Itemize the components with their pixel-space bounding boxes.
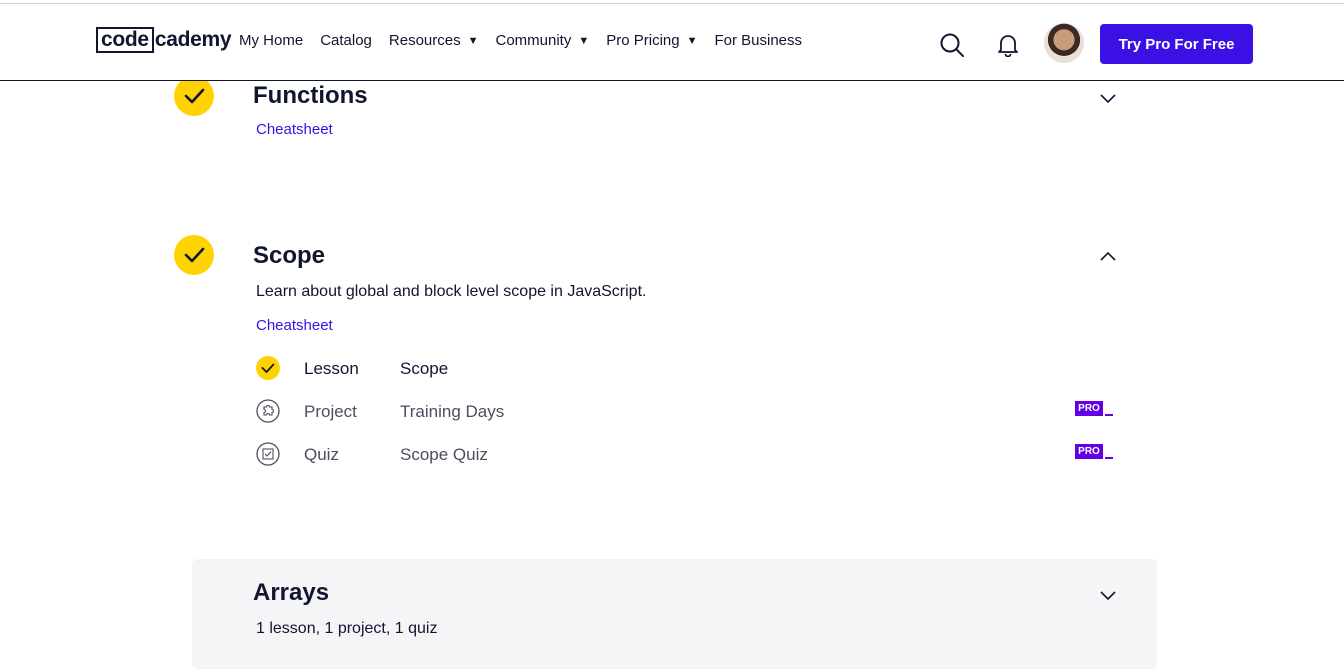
module-card-arrays[interactable] [192,559,1157,669]
caret-down-icon: ▼ [578,34,590,47]
logo-cademy: cademy [154,28,232,51]
avatar[interactable] [1044,23,1084,63]
chevron-down-icon[interactable] [1099,92,1117,104]
try-pro-button[interactable]: Try Pro For Free [1100,24,1253,64]
completed-check-icon [174,76,214,116]
pro-badge: PRO [1075,444,1115,462]
chevron-up-icon[interactable] [1099,250,1117,262]
nav-resources-label: Resources [388,32,461,49]
chevron-down-icon[interactable] [1099,589,1117,601]
nav-my-home[interactable]: My Home [239,32,303,49]
nav-for-business-label: For Business [714,32,803,49]
nav-catalog[interactable]: Catalog [320,32,372,49]
check-icon [256,356,280,380]
module-title-scope[interactable]: Scope [253,242,325,270]
nav-resources[interactable]: Resources ▼ [389,32,479,49]
module-title-arrays[interactable]: Arrays [253,579,329,607]
bell-icon[interactable] [997,33,1019,57]
pro-badge: PRO [1075,401,1115,419]
nav-community[interactable]: Community ▼ [495,32,589,49]
puzzle-icon [256,399,280,423]
completed-check-icon [174,235,214,275]
top-nav-bar: code cademy My Home Catalog Resources ▼ C… [0,3,1344,81]
module-description-scope: Learn about global and block level scope… [256,283,647,300]
module-title-functions[interactable]: Functions [253,82,368,110]
caret-down-icon: ▼ [686,34,698,47]
cheatsheet-link-scope[interactable]: Cheatsheet [256,317,333,334]
pro-badge-underline [1105,457,1113,459]
nav-pro-pricing[interactable]: Pro Pricing ▼ [606,32,697,49]
nav-pro-pricing-label: Pro Pricing [606,32,680,49]
item-type: Quiz [304,445,339,464]
main-nav: My Home Catalog Resources ▼ Community ▼ Pr… [239,32,819,49]
nav-my-home-label: My Home [239,32,304,49]
module-summary-arrays: 1 lesson, 1 project, 1 quiz [256,620,438,637]
item-name[interactable]: Scope Quiz [400,445,488,465]
search-icon[interactable] [939,32,965,58]
item-type: Lesson [304,359,359,378]
codecademy-logo[interactable]: code cademy [96,26,232,54]
pro-badge-underline [1105,414,1113,416]
nav-community-label: Community [495,32,572,49]
quiz-icon [256,442,280,466]
cheatsheet-link-functions[interactable]: Cheatsheet [256,121,333,138]
item-type: Project [304,402,357,421]
caret-down-icon: ▼ [467,34,479,47]
logo-code: code [96,27,154,53]
pro-badge-label: PRO [1075,444,1103,459]
pro-badge-label: PRO [1075,401,1103,416]
nav-for-business[interactable]: For Business [714,32,802,49]
item-name[interactable]: Training Days [400,402,504,422]
nav-catalog-label: Catalog [320,32,372,49]
item-name[interactable]: Scope [400,359,448,379]
